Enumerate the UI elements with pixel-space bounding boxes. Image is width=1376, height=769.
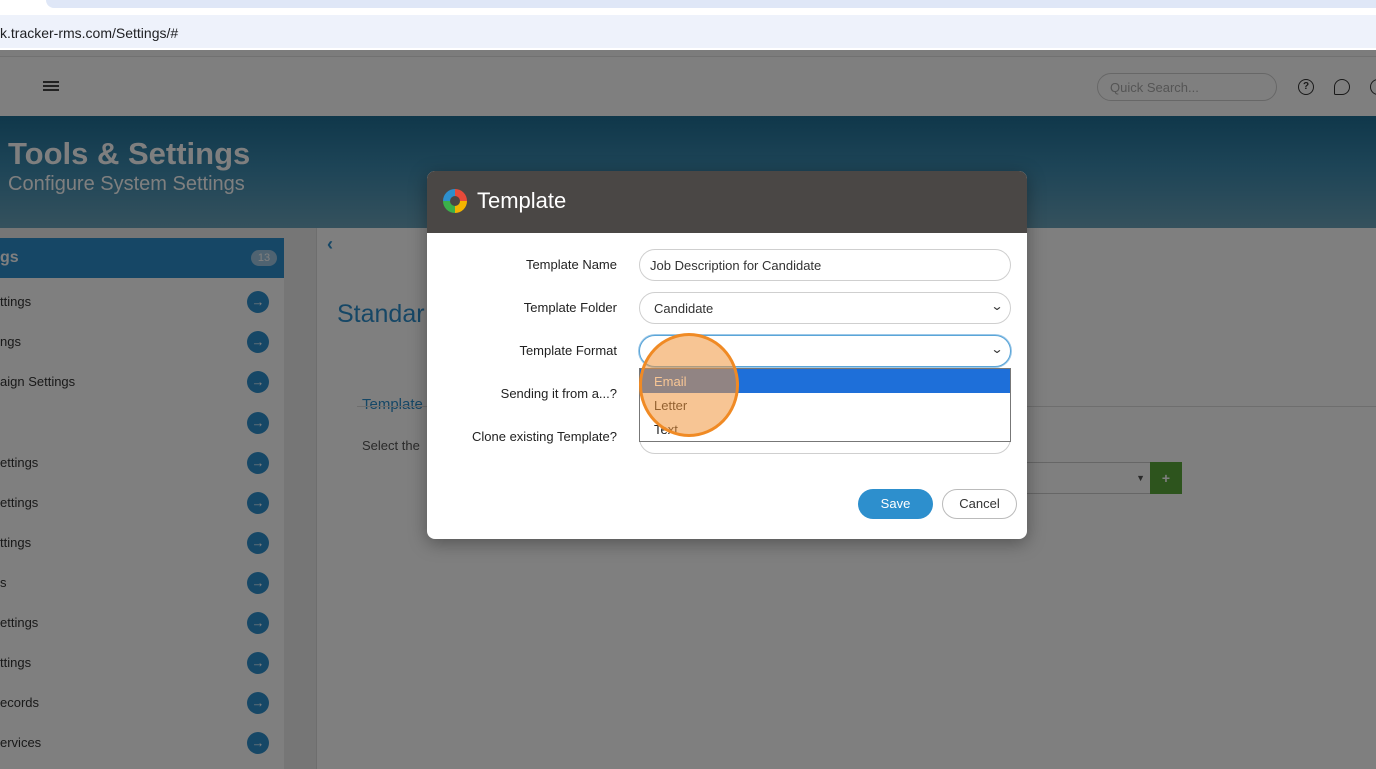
- template-format-select[interactable]: ⌄: [639, 335, 1011, 367]
- app-logo-icon: [443, 189, 467, 213]
- dropdown-option-email[interactable]: Email: [640, 369, 1010, 393]
- template-folder-select[interactable]: Candidate ⌄: [639, 292, 1011, 324]
- chevron-down-icon: ⌄: [990, 342, 1004, 356]
- template-name-input[interactable]: Job Description for Candidate: [639, 249, 1011, 281]
- dropdown-option-letter[interactable]: Letter: [640, 393, 1010, 417]
- template-modal: Template Template Name Job Description f…: [427, 171, 1027, 539]
- save-button[interactable]: Save: [858, 489, 933, 519]
- template-folder-label: Template Folder: [523, 300, 617, 315]
- cancel-button[interactable]: Cancel: [942, 489, 1017, 519]
- template-name-label: Template Name: [525, 257, 617, 272]
- template-format-dropdown: Email Letter Text: [639, 368, 1011, 442]
- modal-title: Template: [477, 188, 567, 213]
- template-format-label: Template Format: [519, 343, 617, 358]
- clone-existing-label: Clone existing Template?: [471, 429, 617, 444]
- url-text: k.tracker-rms.com/Settings/#: [0, 25, 179, 41]
- modal-header: Template: [427, 171, 1027, 233]
- dropdown-option-text[interactable]: Text: [640, 417, 1010, 441]
- template-folder-value: Candidate: [654, 301, 714, 316]
- sending-from-label: Sending it from a...?: [500, 386, 617, 401]
- browser-tab[interactable]: [46, 0, 1376, 8]
- url-field[interactable]: k.tracker-rms.com/Settings/#: [0, 15, 1376, 48]
- chevron-down-icon: ⌄: [990, 299, 1004, 313]
- browser-address-bar: k.tracker-rms.com/Settings/#: [0, 14, 1376, 50]
- browser-tabstrip: [0, 0, 1376, 14]
